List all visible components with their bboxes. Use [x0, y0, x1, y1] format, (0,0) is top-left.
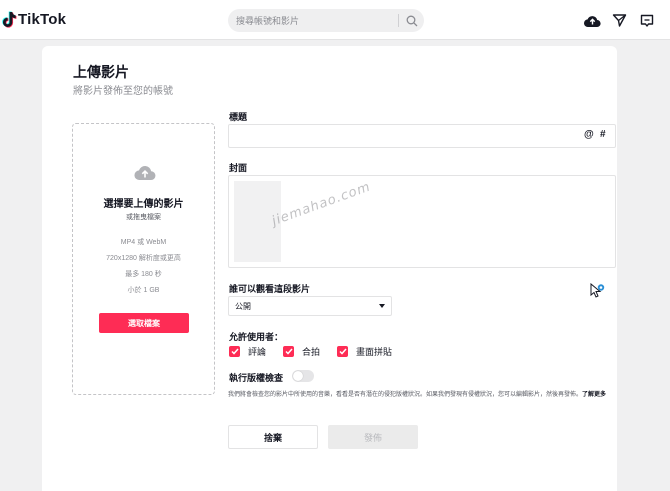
mention-button[interactable]: @	[584, 129, 594, 140]
copyright-notice-text: 我們將會檢查您的影片中所使用的音樂，看看是否有潛在的侵犯版權狀況。如果我們發現有…	[228, 392, 583, 398]
check-icon	[283, 346, 294, 357]
discard-button[interactable]: 捨棄	[228, 425, 318, 449]
caption-field[interactable]: @ #	[228, 124, 616, 148]
privacy-dropdown[interactable]: 公開	[228, 296, 392, 316]
logo-text: TikTok	[18, 11, 67, 28]
copyright-notice: 我們將會檢查您的影片中所使用的音樂，看看是否有潛在的侵犯版權狀況。如果我們發現有…	[228, 389, 618, 401]
spec-duration: 最多 180 秒	[125, 271, 162, 278]
copyright-check-toggle[interactable]	[292, 370, 314, 382]
checkbox-duet[interactable]: 合拍	[283, 345, 320, 358]
top-navigation-bar: TikTok	[0, 0, 670, 40]
send-icon	[612, 14, 627, 27]
inbox-icon	[640, 14, 653, 27]
upload-title: 選擇要上傳的影片	[103, 199, 184, 210]
search-button[interactable]	[404, 13, 420, 29]
caption-label: 標題	[229, 112, 248, 122]
spec-size: 小於 1 GB	[127, 287, 160, 294]
messages-button[interactable]	[611, 12, 628, 29]
upload-cloud-icon	[134, 166, 156, 181]
select-file-button[interactable]: 選取檔案	[99, 313, 189, 333]
allow-users-label: 允許使用者：	[229, 332, 284, 342]
inbox-button[interactable]	[638, 12, 655, 29]
tiktok-logo[interactable]: TikTok	[2, 11, 66, 28]
tiktok-note-icon	[2, 11, 17, 28]
search-icon	[406, 15, 418, 27]
post-button[interactable]: 發佈	[328, 425, 418, 449]
upload-dropzone[interactable]: 選擇要上傳的影片 或拖曳檔案 MP4 或 WebM 720x1280 解析度或更…	[72, 123, 215, 395]
spec-resolution: 720x1280 解析度或更高	[106, 255, 181, 262]
privacy-value: 公開	[235, 302, 251, 311]
check-icon	[229, 346, 240, 357]
checkbox-duet-label: 合拍	[302, 347, 321, 357]
checkbox-stitch-label: 畫面拼貼	[356, 347, 393, 357]
copyright-check-label: 執行版權檢查	[229, 373, 284, 383]
checkbox-comment-label: 評論	[248, 347, 267, 357]
checkbox-stitch[interactable]: 畫面拼貼	[337, 345, 392, 358]
upload-drag-hint: 或拖曳檔案	[126, 214, 161, 221]
hashtag-button[interactable]: #	[600, 129, 606, 140]
upload-cloud-icon	[584, 15, 601, 27]
upload-button[interactable]	[584, 12, 601, 29]
cursor-icon	[590, 283, 605, 298]
page-subtitle: 將影片發佈至您的帳號	[73, 86, 173, 97]
check-icon	[337, 346, 348, 357]
caption-input[interactable]	[235, 129, 575, 144]
search-bar[interactable]	[228, 9, 424, 32]
toggle-knob	[293, 371, 303, 381]
search-divider	[398, 14, 399, 27]
cover-label: 封面	[229, 163, 248, 173]
upload-card: 上傳影片 將影片發佈至您的帳號 選擇要上傳的影片 或拖曳檔案 MP4 或 Web…	[42, 46, 617, 491]
learn-more-link[interactable]: 了解更多	[582, 392, 606, 398]
privacy-label: 誰可以觀看這段影片	[229, 284, 311, 294]
spec-format: MP4 或 WebM	[120, 239, 167, 246]
checkbox-comment[interactable]: 評論	[229, 345, 266, 358]
caret-down-icon	[379, 304, 385, 308]
search-input[interactable]	[236, 11, 396, 30]
page-title: 上傳影片	[73, 64, 129, 80]
